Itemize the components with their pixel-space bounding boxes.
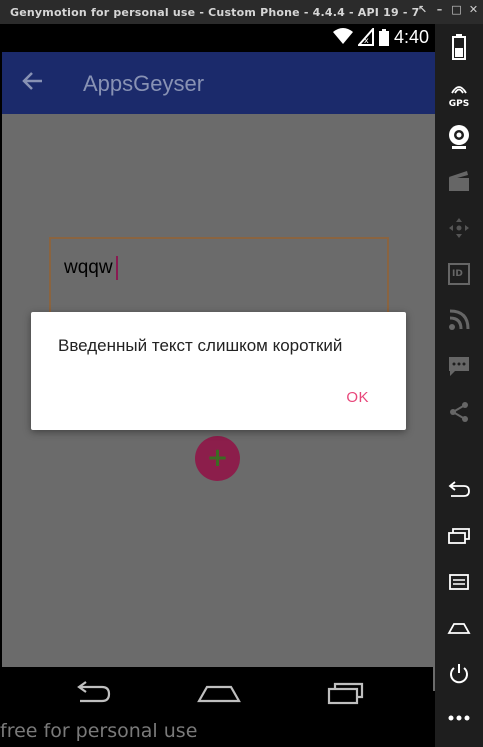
window-title: Genymotion for personal use - Custom Pho… bbox=[10, 6, 420, 19]
rss-icon[interactable] bbox=[445, 308, 473, 336]
battery-icon bbox=[379, 29, 389, 51]
signal-icon: x bbox=[356, 26, 374, 51]
recents-icon[interactable] bbox=[325, 681, 365, 709]
back-icon[interactable] bbox=[72, 681, 112, 709]
gps-icon[interactable]: GPS bbox=[445, 80, 473, 109]
restore-icon[interactable]: ↖ bbox=[417, 4, 428, 15]
back-icon[interactable] bbox=[445, 480, 473, 508]
plus-icon: + bbox=[206, 443, 229, 473]
gps-label: GPS bbox=[448, 99, 470, 109]
id-icon[interactable]: ID bbox=[445, 262, 473, 290]
add-button[interactable]: + bbox=[195, 436, 240, 481]
back-arrow-icon[interactable] bbox=[22, 70, 44, 96]
maximize-icon[interactable]: □ bbox=[451, 4, 462, 15]
alert-dialog: Введенный текст слишком короткий OK bbox=[31, 312, 406, 430]
status-bar: x 4:40 bbox=[2, 24, 435, 52]
emulator-sidebar: GPS ID bbox=[435, 24, 483, 747]
battery-icon[interactable] bbox=[445, 34, 473, 62]
video-icon[interactable] bbox=[445, 170, 473, 198]
text-cursor bbox=[116, 256, 118, 280]
app-bar: AppsGeyser bbox=[2, 52, 435, 114]
text-input[interactable]: wqqw bbox=[49, 237, 389, 321]
home-icon[interactable] bbox=[445, 618, 473, 646]
ok-button[interactable]: OK bbox=[346, 389, 369, 406]
menu-icon[interactable] bbox=[445, 572, 473, 600]
text-input-value: wqqw bbox=[64, 257, 113, 278]
camera-icon[interactable] bbox=[445, 124, 473, 152]
window-titlebar: Genymotion for personal use - Custom Pho… bbox=[0, 0, 483, 24]
app-title: AppsGeyser bbox=[83, 71, 205, 96]
window-controls: ↖ – □ ✕ bbox=[417, 4, 479, 15]
dpad-icon[interactable] bbox=[445, 216, 473, 244]
minimize-icon[interactable]: – bbox=[434, 4, 445, 15]
svg-text:x: x bbox=[364, 36, 369, 45]
watermark-text: free for personal use bbox=[0, 720, 198, 742]
home-icon[interactable] bbox=[197, 681, 241, 709]
sms-icon[interactable] bbox=[445, 354, 473, 382]
share-icon[interactable] bbox=[445, 400, 473, 428]
status-time: 4:40 bbox=[393, 27, 429, 47]
power-icon[interactable] bbox=[445, 662, 473, 690]
dialog-message: Введенный текст слишком короткий bbox=[58, 336, 343, 355]
recents-icon[interactable] bbox=[445, 526, 473, 554]
android-nav-bar bbox=[0, 667, 433, 723]
close-icon[interactable]: ✕ bbox=[468, 4, 479, 15]
wifi-icon bbox=[332, 27, 354, 50]
phone-screen: x 4:40 AppsGeyser wqqw + Введенный текст… bbox=[2, 24, 435, 691]
more-icon[interactable] bbox=[445, 708, 473, 736]
id-label: ID bbox=[452, 269, 463, 279]
